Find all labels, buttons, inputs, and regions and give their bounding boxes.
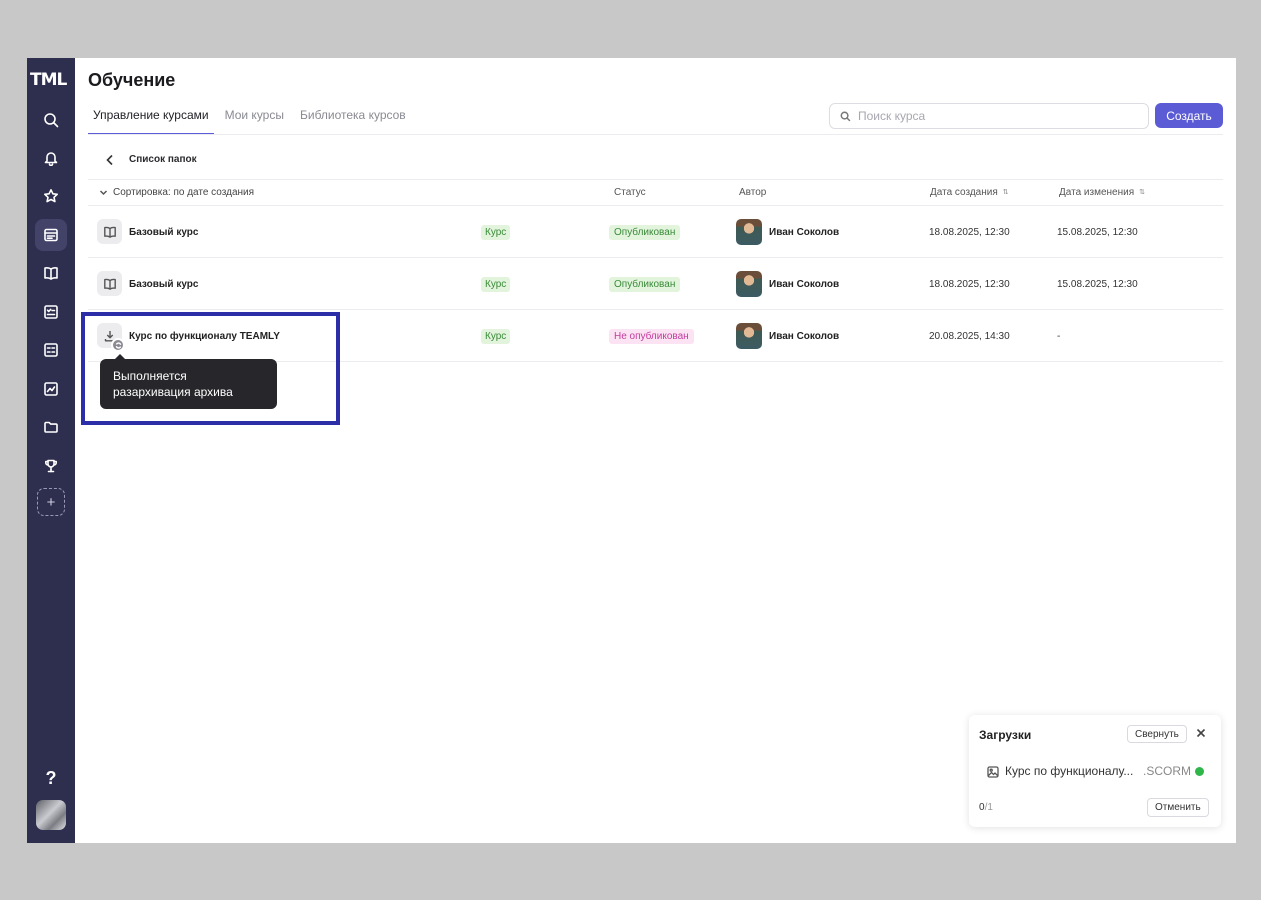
table-row[interactable]: Базовый курс Курс Опубликован Иван Сокол…: [88, 206, 1223, 258]
created-date: 18.08.2025, 12:30: [929, 227, 1010, 238]
course-type-icon: [97, 219, 122, 244]
logo: TML: [30, 70, 67, 90]
modified-date: -: [1057, 331, 1061, 342]
tab-bar: Управление курсами Мои курсы Библиотека …: [88, 102, 417, 135]
downloads-title: Загрузки: [979, 728, 1032, 742]
column-header-author: Автор: [739, 187, 766, 198]
modified-date: 15.08.2025, 12:30: [1057, 227, 1138, 238]
sidebar-item-learning[interactable]: [35, 219, 67, 251]
created-date: 18.08.2025, 12:30: [929, 279, 1010, 290]
folder-icon: [44, 421, 58, 433]
tab-course-management[interactable]: Управление курсами: [88, 102, 214, 135]
bell-icon: [44, 152, 58, 166]
sidebar-item-notifications[interactable]: [35, 142, 67, 174]
type-badge: Курс: [481, 329, 511, 344]
book-icon: [103, 278, 116, 290]
author-name: Иван Соколов: [769, 279, 840, 290]
table-row[interactable]: Базовый курс Курс Опубликован Иван Сокол…: [88, 258, 1223, 310]
author-avatar: [736, 219, 762, 245]
sidebar-item-tests[interactable]: [35, 296, 67, 328]
course-name[interactable]: Базовый курс: [129, 279, 198, 290]
column-header-status: Статус: [614, 187, 646, 198]
app-window: TML + ? Обучение Управление курсами Мои …: [27, 58, 1236, 843]
status-badge: Опубликован: [609, 225, 681, 240]
user-avatar[interactable]: [36, 800, 66, 830]
download-counter: 0/1: [979, 802, 993, 813]
search-input[interactable]: [858, 109, 1138, 123]
book-icon: [44, 267, 58, 280]
highlight-frame: [81, 312, 340, 425]
create-button[interactable]: Создать: [1155, 103, 1223, 128]
search-field[interactable]: [829, 103, 1149, 129]
search-icon: [840, 111, 851, 121]
success-check-icon: [1195, 767, 1204, 776]
close-button[interactable]: [1194, 726, 1208, 740]
grid-icon: [44, 343, 58, 357]
search-icon: [44, 113, 59, 128]
sidebar: TML + ?: [27, 58, 75, 843]
column-label: Статус: [614, 187, 646, 198]
status-badge: Не опубликован: [609, 329, 694, 344]
author-avatar: [736, 271, 762, 297]
sort-icon[interactable]: ⇅: [1003, 189, 1009, 196]
course-type-icon: [97, 271, 122, 296]
cancel-button[interactable]: Отменить: [1147, 798, 1209, 817]
column-label: Автор: [739, 187, 767, 198]
image-file-icon: [987, 765, 999, 778]
column-label: Дата изменения: [1059, 187, 1135, 198]
download-file-ext: .SCORM: [1143, 764, 1191, 778]
breadcrumb: Список папок: [129, 154, 197, 165]
downloads-panel: Загрузки Свернуть Курс по функционалу...…: [969, 715, 1221, 827]
sidebar-item-favorites[interactable]: [35, 180, 67, 212]
close-icon: [1196, 728, 1206, 738]
sidebar-item-achievements[interactable]: [35, 450, 67, 482]
author-name: Иван Соколов: [769, 331, 840, 342]
star-icon: [44, 189, 58, 203]
course-name[interactable]: Базовый курс: [129, 227, 198, 238]
add-space-button[interactable]: +: [37, 488, 65, 516]
trophy-icon: [45, 459, 57, 473]
count-total: /1: [984, 802, 993, 813]
tab-course-library[interactable]: Библиотека курсов: [295, 102, 411, 135]
checklist-icon: [44, 305, 58, 319]
chevron-left-icon: [106, 154, 113, 166]
sidebar-item-calculator[interactable]: [35, 334, 67, 366]
sort-dropdown[interactable]: Сортировка: по дате создания: [99, 187, 254, 198]
download-file-name: Курс по функционалу...: [1005, 764, 1134, 778]
column-header-modified[interactable]: Дата изменения ⇅: [1059, 187, 1145, 198]
help-button[interactable]: ?: [35, 764, 67, 792]
created-date: 20.08.2025, 14:30: [929, 331, 1010, 342]
status-badge: Опубликован: [609, 277, 681, 292]
sidebar-item-files[interactable]: [35, 411, 67, 443]
page-title: Обучение: [88, 70, 176, 90]
column-header-created[interactable]: Дата создания ⇅: [930, 187, 1009, 198]
sort-icon[interactable]: ⇅: [1139, 189, 1145, 196]
author-avatar: [736, 323, 762, 349]
tab-my-courses[interactable]: Мои курсы: [220, 102, 289, 135]
back-button[interactable]: [103, 153, 117, 167]
collapse-button[interactable]: Свернуть: [1127, 725, 1187, 743]
divider: [88, 134, 1223, 135]
sidebar-item-search[interactable]: [35, 104, 67, 136]
column-label: Дата создания: [930, 187, 998, 198]
sidebar-item-library[interactable]: [35, 257, 67, 289]
type-badge: Курс: [481, 225, 511, 240]
type-badge: Курс: [481, 277, 511, 292]
book-icon: [103, 226, 116, 238]
modified-date: 15.08.2025, 12:30: [1057, 279, 1138, 290]
sidebar-item-analytics[interactable]: [35, 373, 67, 405]
chevron-down-icon: [99, 190, 108, 196]
author-name: Иван Соколов: [769, 227, 840, 238]
sort-label: Сортировка: по дате создания: [113, 187, 255, 198]
chart-icon: [44, 382, 58, 396]
courses-icon: [44, 228, 58, 242]
divider: [88, 179, 1223, 180]
